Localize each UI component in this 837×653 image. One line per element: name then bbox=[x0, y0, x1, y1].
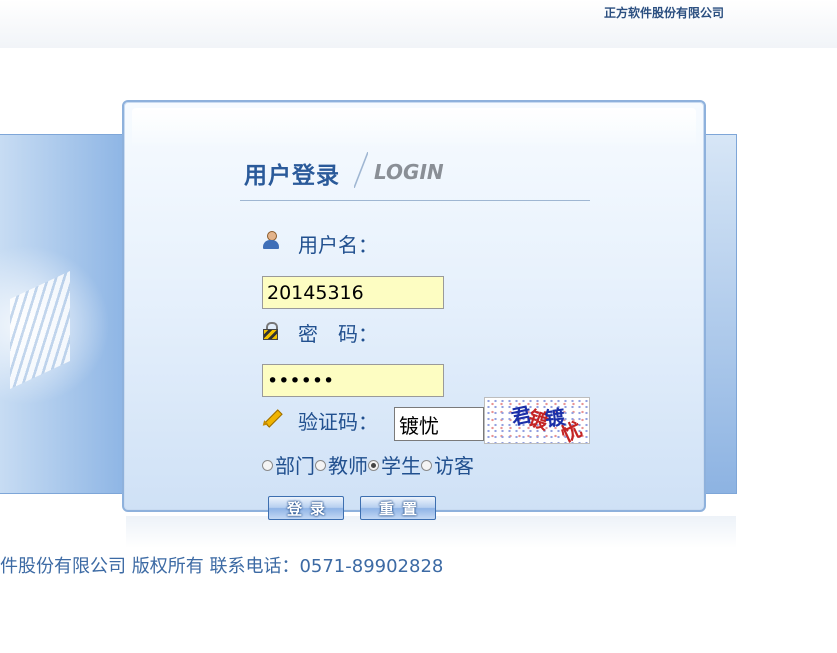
pencil-icon bbox=[260, 408, 283, 428]
password-label: 密 码： bbox=[298, 322, 378, 346]
login-title-english: LOGIN bbox=[374, 160, 444, 184]
role-radio-group: 部门 教师 学生 访客 bbox=[262, 450, 474, 478]
panel-reflection bbox=[126, 516, 736, 548]
username-input[interactable] bbox=[262, 276, 444, 309]
radio-visitor[interactable] bbox=[421, 460, 432, 471]
title-underline bbox=[240, 200, 590, 201]
role-label: 部门 bbox=[275, 454, 315, 478]
role-label: 学生 bbox=[381, 454, 421, 478]
panel-glow bbox=[132, 108, 696, 148]
company-name-header: 正方软件股份有限公司 bbox=[604, 6, 725, 20]
username-label: 用户名： bbox=[298, 233, 378, 257]
login-title: 用户登录 bbox=[244, 163, 340, 189]
radio-teacher[interactable] bbox=[315, 460, 326, 471]
role-option-teacher[interactable]: 教师 bbox=[315, 450, 368, 479]
captcha-input[interactable] bbox=[394, 407, 484, 441]
role-option-visitor[interactable]: 访客 bbox=[421, 450, 474, 479]
password-input[interactable] bbox=[262, 364, 444, 397]
background-banner-right bbox=[706, 134, 737, 494]
radio-student[interactable] bbox=[368, 460, 379, 471]
title-divider-slash bbox=[354, 152, 368, 188]
role-label: 访客 bbox=[434, 454, 474, 478]
captcha-image[interactable]: 君 镀 镀 忧 bbox=[484, 397, 590, 444]
copyright-footer: 件股份有限公司 版权所有 联系电话：0571-89902828 bbox=[0, 556, 444, 577]
role-option-department[interactable]: 部门 bbox=[262, 450, 315, 479]
user-icon bbox=[262, 231, 280, 249]
captcha-label: 验证码： bbox=[298, 410, 378, 434]
lock-icon bbox=[262, 322, 280, 340]
login-button[interactable]: 登录 bbox=[268, 496, 344, 520]
reset-button[interactable]: 重置 bbox=[360, 496, 436, 520]
role-option-student[interactable]: 学生 bbox=[368, 450, 421, 479]
role-label: 教师 bbox=[328, 454, 368, 478]
top-bar: 正方软件股份有限公司 bbox=[0, 0, 837, 48]
radio-department[interactable] bbox=[262, 460, 273, 471]
background-banner-left bbox=[0, 134, 122, 494]
